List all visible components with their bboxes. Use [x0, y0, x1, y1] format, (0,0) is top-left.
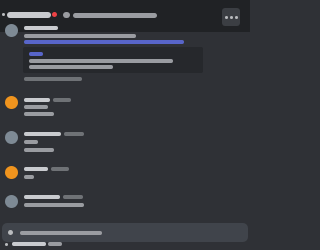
- avatar[interactable]: [5, 195, 18, 208]
- ellipsis-icon[interactable]: [222, 8, 240, 26]
- typing-dots-icon: [5, 243, 8, 246]
- status-dot-icon: [2, 13, 5, 16]
- avatar[interactable]: [5, 24, 18, 37]
- timestamp-redacted: [64, 132, 84, 136]
- username-redacted[interactable]: [24, 167, 48, 171]
- message-text-redacted: [24, 34, 136, 38]
- message-text-redacted: [24, 203, 84, 207]
- channel-name-redacted[interactable]: [7, 12, 51, 18]
- timestamp-redacted: [51, 167, 69, 171]
- message-composer[interactable]: [2, 223, 248, 242]
- username-redacted[interactable]: [24, 195, 60, 199]
- message-text-redacted: [24, 140, 38, 144]
- message-text-redacted: [24, 175, 34, 179]
- timestamp-redacted: [53, 98, 71, 102]
- embed-text-redacted: [29, 65, 113, 69]
- embed-text-redacted: [29, 59, 173, 63]
- channel-topic-redacted: [73, 13, 157, 18]
- message-footer-redacted: [24, 77, 82, 81]
- typing-text-redacted: [48, 242, 62, 246]
- composer-placeholder-redacted: [20, 231, 102, 235]
- avatar[interactable]: [5, 131, 18, 144]
- embed-title-redacted[interactable]: [29, 52, 43, 56]
- avatar[interactable]: [5, 166, 18, 179]
- threads-icon[interactable]: [63, 12, 70, 18]
- plus-circle-icon[interactable]: [8, 230, 13, 235]
- username-redacted[interactable]: [24, 98, 50, 102]
- avatar[interactable]: [5, 96, 18, 109]
- link-redacted[interactable]: [24, 40, 184, 44]
- notification-dot-icon: [52, 12, 57, 17]
- link-embed[interactable]: [23, 47, 203, 73]
- username-redacted[interactable]: [24, 132, 61, 136]
- message-text-redacted: [24, 148, 54, 152]
- typing-text-redacted: [12, 242, 46, 246]
- message-text-redacted: [24, 112, 54, 116]
- message-text-redacted: [24, 105, 48, 109]
- username-redacted[interactable]: [24, 26, 58, 30]
- timestamp-redacted: [63, 195, 83, 199]
